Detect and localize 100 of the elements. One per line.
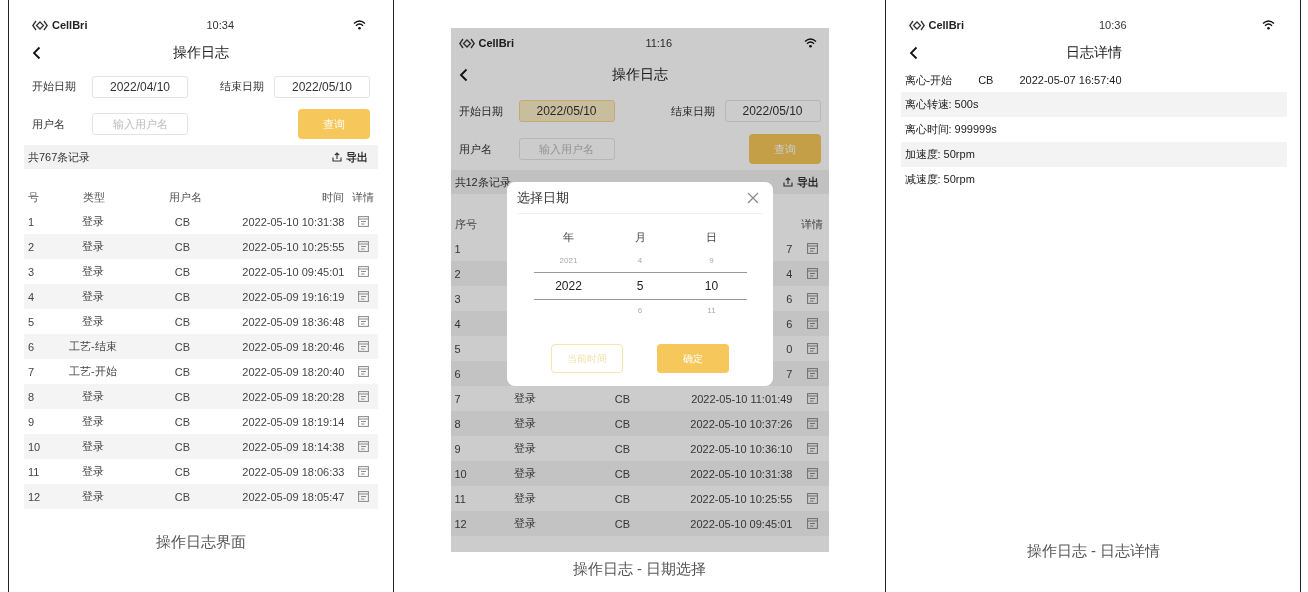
table-cell: CB	[614, 467, 631, 480]
table-cell: 12	[28, 490, 41, 503]
document-icon[interactable]	[357, 441, 369, 452]
wheel-option[interactable]: 2022	[555, 272, 582, 300]
table-cell: 2022-05-10 10:25:55	[690, 492, 793, 505]
document-icon[interactable]	[357, 466, 369, 477]
table-cell: 1	[28, 215, 35, 228]
document-icon[interactable]	[357, 391, 369, 402]
wheel-option[interactable]: 5	[636, 272, 644, 300]
close-icon[interactable]	[746, 191, 759, 204]
status-time: 11:16	[645, 37, 673, 49]
table-cell: 登录	[81, 390, 104, 402]
document-icon[interactable]	[357, 291, 369, 302]
table-cell: 2022-05-09 18:05:47	[242, 490, 345, 503]
document-icon[interactable]	[806, 418, 818, 429]
document-icon[interactable]	[357, 241, 369, 252]
status-time: 10:36	[1098, 19, 1127, 31]
table-cell: 2	[28, 240, 35, 253]
table-cell: 2022-05-10 10:37:26	[690, 417, 793, 430]
table-cell: 2022-05-10 10:31:38	[242, 215, 345, 228]
table-cell: 2022-05-09 18:20:40	[242, 365, 345, 378]
table-cell: 1	[454, 242, 461, 255]
field-label: 开始日期	[32, 79, 77, 94]
document-icon[interactable]	[806, 318, 818, 329]
table-cell: CB	[174, 240, 190, 253]
back-icon[interactable]	[908, 46, 918, 60]
field-label: 开始日期	[458, 103, 504, 119]
table-cell: 6	[786, 317, 793, 330]
screen-title: 操作日志	[173, 44, 229, 62]
document-icon[interactable]	[357, 341, 369, 352]
entry-time: 2022-05-07 16:57:40	[1019, 74, 1122, 86]
wheel-label: 年	[563, 230, 574, 245]
date-field[interactable]: 2022/04/10	[92, 75, 188, 98]
figure-caption: 操作日志 - 日志详情	[1026, 542, 1161, 561]
table-cell: 2022-05-10 09:45:01	[242, 265, 345, 278]
table-cell: 2022-05-09 18:20:28	[242, 390, 345, 403]
table-cell: CB	[174, 490, 190, 503]
document-icon[interactable]	[806, 243, 818, 254]
table-cell: 8	[28, 390, 35, 403]
table-cell: 2022-05-09 18:36:48	[242, 315, 345, 328]
date-field[interactable]: 2022/05/10	[724, 100, 821, 122]
entry-user: CB	[978, 74, 994, 86]
table-cell: 登录	[81, 440, 104, 452]
table-cell: 登录	[81, 265, 104, 277]
screen-title: 操作日志	[611, 66, 668, 84]
detail-line: 离心时间: 999999s	[904, 122, 997, 137]
detail-line: 减速度: 50rpm	[904, 172, 975, 187]
table-cell: 7	[786, 242, 793, 255]
table-cell: CB	[614, 492, 631, 505]
entry-type: 离心-开始	[904, 72, 953, 88]
table-cell: 6	[28, 340, 35, 353]
document-icon[interactable]	[806, 443, 818, 454]
column-header: 序号	[454, 217, 477, 230]
table-cell: 2022-05-10 11:01:49	[691, 392, 793, 405]
document-icon[interactable]	[806, 468, 818, 479]
document-icon[interactable]	[357, 216, 369, 227]
screen-title: 日志详情	[1065, 44, 1122, 62]
table-cell: 2022-05-09 18:14:38	[242, 440, 345, 453]
document-icon[interactable]	[806, 293, 818, 304]
wheel-label: 月	[634, 230, 646, 245]
date-field[interactable]: 2022/05/10	[518, 100, 615, 122]
table-cell: CB	[614, 392, 631, 405]
document-icon[interactable]	[357, 491, 369, 502]
document-icon[interactable]	[806, 368, 818, 379]
table-cell: 7	[28, 365, 35, 378]
document-icon[interactable]	[357, 266, 369, 277]
document-icon[interactable]	[357, 416, 369, 427]
table-cell: 10	[454, 467, 467, 480]
table-cell: 登录	[81, 315, 104, 327]
document-icon[interactable]	[806, 393, 818, 404]
back-icon[interactable]	[458, 68, 468, 82]
document-icon[interactable]	[357, 366, 369, 377]
document-icon[interactable]	[357, 316, 369, 327]
table-cell: 工艺-开始	[69, 365, 117, 377]
export-button[interactable]: 导出	[782, 174, 819, 190]
table-cell: CB	[174, 315, 190, 328]
table-cell: CB	[174, 440, 190, 453]
document-icon[interactable]	[806, 493, 818, 504]
date-field[interactable]: 2022/05/10	[274, 75, 370, 98]
document-icon[interactable]	[806, 518, 818, 529]
table-cell: 登录	[81, 415, 104, 427]
username-field[interactable]: 输入用户名	[92, 113, 188, 135]
table-cell: 7	[786, 367, 793, 380]
status-time: 10:34	[206, 19, 234, 31]
dialog-title: 选择日期	[516, 188, 569, 207]
wheel-option[interactable]: 10	[704, 272, 719, 300]
export-button[interactable]: 导出	[332, 149, 368, 165]
record-count: 共767条记录	[28, 149, 91, 165]
field-label: 结束日期	[669, 103, 716, 119]
table-cell: 5	[454, 342, 461, 355]
table-cell: CB	[614, 442, 631, 455]
table-cell: 2022-05-10 10:31:38	[690, 467, 793, 480]
back-icon[interactable]	[32, 46, 41, 60]
table-cell: 登录	[514, 517, 537, 529]
document-icon[interactable]	[806, 268, 818, 279]
detail-line: 离心转速: 500s	[904, 97, 979, 112]
table-cell: 登录	[514, 417, 537, 429]
brand-name: CellBri	[52, 19, 88, 31]
field-label: 用户名	[32, 116, 66, 132]
document-icon[interactable]	[806, 343, 818, 354]
